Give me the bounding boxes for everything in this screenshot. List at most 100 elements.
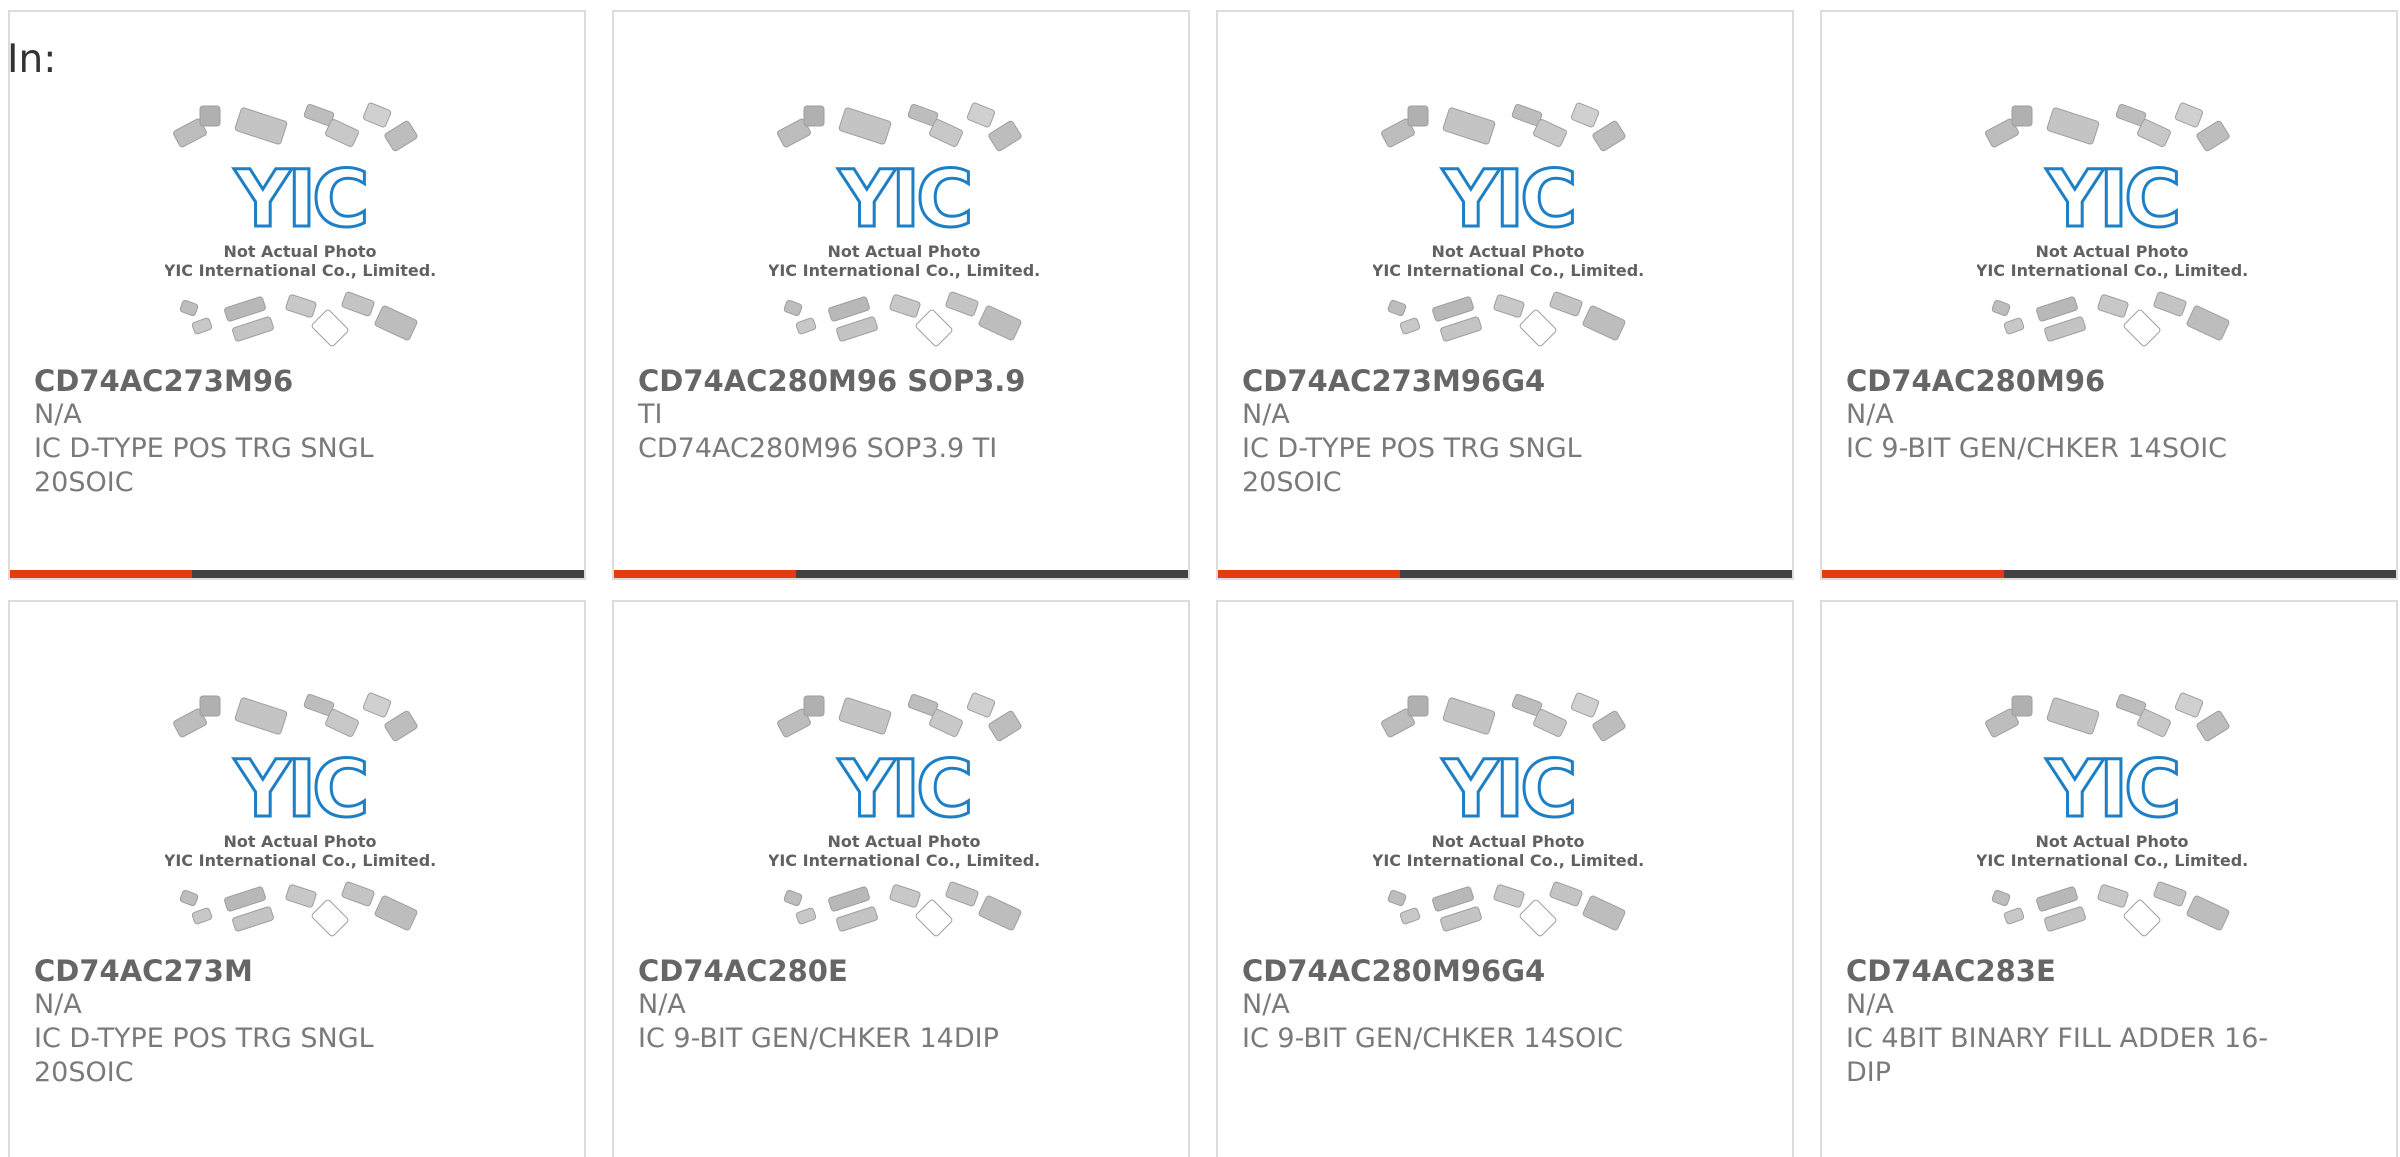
product-image[interactable]: YIC Not Actual Photo YIC International Co.… — [163, 692, 436, 942]
product-info: CD74AC280M96 N/A IC 9-BIT GEN/CHKER 14SO… — [1846, 364, 2286, 466]
chip-icon — [362, 692, 392, 718]
product-card[interactable]: YIC Not Actual Photo YIC International Co.… — [8, 600, 586, 1157]
chip-icon — [1549, 291, 1583, 317]
image-caption-line2: YIC International Co., Limited. — [165, 261, 435, 280]
not-actual-photo-image: YICNot Actual PhotoYIC International Co.… — [767, 102, 1040, 347]
chip-icon — [795, 907, 817, 925]
image-caption-line2: YIC International Co., Limited. — [1977, 851, 2247, 870]
not-actual-photo-image: YICNot Actual PhotoYIC International Co.… — [1371, 102, 1644, 347]
chip-icon — [1519, 309, 1557, 347]
chip-icon — [1549, 881, 1583, 907]
chip-icon — [988, 710, 1022, 742]
product-info: CD74AC280M96 SOP3.9 TI CD74AC280M96 SOP3… — [638, 364, 1078, 466]
product-manufacturer: TI — [638, 399, 663, 430]
not-actual-photo-image: YICNot Actual PhotoYIC International Co.… — [1975, 102, 2248, 347]
product-name[interactable]: CD74AC280M96 — [1846, 364, 2286, 398]
image-caption-line1: Not Actual Photo — [2035, 242, 2188, 261]
chip-icon — [838, 107, 892, 145]
chip-icon — [1440, 906, 1482, 932]
image-caption-line1: Not Actual Photo — [2035, 832, 2188, 851]
chip-icon — [2046, 107, 2100, 145]
chip-icon — [2003, 317, 2025, 335]
product-info: CD74AC273M96 N/A IC D-TYPE POS TRG SNGL … — [34, 364, 474, 500]
image-caption-line1: Not Actual Photo — [827, 832, 980, 851]
yic-logo: YIC — [1442, 745, 1574, 835]
product-image[interactable]: YIC Not Actual Photo YIC International Co.… — [1975, 692, 2248, 942]
product-card[interactable]: YIC Not Actual Photo YIC International Co.… — [1820, 600, 2398, 1157]
chip-icon — [1387, 889, 1407, 907]
chip-icon — [179, 889, 199, 907]
chip-icon — [915, 899, 953, 937]
product-name[interactable]: CD74AC280M96G4 — [1242, 954, 1682, 988]
chip-icon — [2174, 692, 2204, 718]
product-name[interactable]: CD74AC273M96G4 — [1242, 364, 1682, 398]
chip-icon — [2036, 296, 2078, 322]
not-actual-photo-image: YICNot Actual PhotoYIC International Co.… — [1975, 692, 2248, 937]
not-actual-photo-image: YICNot Actual PhotoYIC International Co.… — [767, 692, 1040, 937]
chip-icon — [224, 886, 266, 912]
chip-icon — [374, 305, 418, 341]
yic-logo: YIC — [838, 155, 970, 245]
chip-icon — [966, 102, 996, 128]
product-card[interactable]: YIC Not Actual Photo YIC International Co.… — [1216, 600, 1794, 1157]
product-image[interactable]: YIC Not Actual Photo YIC International Co.… — [767, 102, 1040, 352]
chip-icon — [1582, 895, 1626, 931]
product-info: CD74AC283E N/A IC 4BIT BINARY FILL ADDER… — [1846, 954, 2286, 1090]
yic-logo: YIC — [234, 745, 366, 835]
chip-icon — [945, 881, 979, 907]
image-caption-line1: Not Actual Photo — [1431, 242, 1584, 261]
product-description: CD74AC280M96 SOP3.9 TI — [638, 433, 998, 464]
chip-icon — [191, 317, 213, 335]
chip-icon — [1570, 692, 1600, 718]
chip-icon — [2186, 895, 2230, 931]
product-image[interactable]: YIC Not Actual Photo YIC International Co.… — [163, 102, 436, 352]
product-description: IC 9-BIT GEN/CHKER 14SOIC — [1846, 433, 2228, 464]
product-image[interactable]: YIC Not Actual Photo YIC International Co.… — [1371, 102, 1644, 352]
product-description: IC D-TYPE POS TRG SNGL 20SOIC — [34, 433, 374, 498]
chip-icon — [1533, 118, 1567, 148]
product-description: IC 9-BIT GEN/CHKER 14SOIC — [1242, 1023, 1624, 1054]
product-card[interactable]: YIC Not Actual Photo YIC International Co.… — [1216, 10, 1794, 580]
product-card[interactable]: YIC Not Actual Photo YIC International Co.… — [612, 10, 1190, 580]
chip-icon — [2153, 881, 2187, 907]
product-info: CD74AC280M96G4 N/A IC 9-BIT GEN/CHKER 14… — [1242, 954, 1682, 1056]
chip-icon — [2137, 708, 2171, 738]
product-name[interactable]: CD74AC283E — [1846, 954, 2286, 988]
chip-icon — [803, 695, 825, 717]
chip-icon — [2011, 695, 2033, 717]
product-name[interactable]: CD74AC273M — [34, 954, 474, 988]
product-image[interactable]: YIC Not Actual Photo YIC International Co.… — [1975, 102, 2248, 352]
product-image[interactable]: YIC Not Actual Photo YIC International Co.… — [767, 692, 1040, 942]
card-bottom-bar — [614, 570, 1188, 578]
product-manufacturer: N/A — [34, 989, 82, 1020]
product-name[interactable]: CD74AC280E — [638, 954, 1078, 988]
chip-icon — [889, 294, 921, 318]
product-image[interactable]: YIC Not Actual Photo YIC International Co.… — [1371, 692, 1644, 942]
yic-logo: YIC — [2046, 155, 2178, 245]
image-caption-line2: YIC International Co., Limited. — [769, 261, 1039, 280]
product-card[interactable]: YIC Not Actual Photo YIC International Co.… — [1820, 10, 2398, 580]
chip-icon — [795, 317, 817, 335]
chip-icon — [2003, 907, 2025, 925]
product-manufacturer: N/A — [34, 399, 82, 430]
chip-icon — [1533, 708, 1567, 738]
chip-icon — [1991, 299, 2011, 317]
yic-logo: YIC — [234, 155, 366, 245]
chip-icon — [341, 291, 375, 317]
product-name[interactable]: CD74AC273M96 — [34, 364, 474, 398]
chip-icon — [2036, 886, 2078, 912]
yic-logo: YIC — [1442, 155, 1574, 245]
chip-icon — [2123, 309, 2161, 347]
product-card[interactable]: YIC Not Actual Photo YIC International Co.… — [8, 10, 586, 580]
chip-icon — [828, 296, 870, 322]
card-accent-bar — [614, 570, 796, 578]
product-name[interactable]: CD74AC280M96 SOP3.9 — [638, 364, 1078, 398]
product-description: IC D-TYPE POS TRG SNGL 20SOIC — [1242, 433, 1582, 498]
chip-icon — [945, 291, 979, 317]
card-bottom-bar — [10, 570, 584, 578]
image-caption-line2: YIC International Co., Limited. — [769, 851, 1039, 870]
chip-icon — [929, 708, 963, 738]
chip-icon — [889, 884, 921, 908]
product-card[interactable]: YIC Not Actual Photo YIC International Co.… — [612, 600, 1190, 1157]
chip-icon — [1493, 884, 1525, 908]
